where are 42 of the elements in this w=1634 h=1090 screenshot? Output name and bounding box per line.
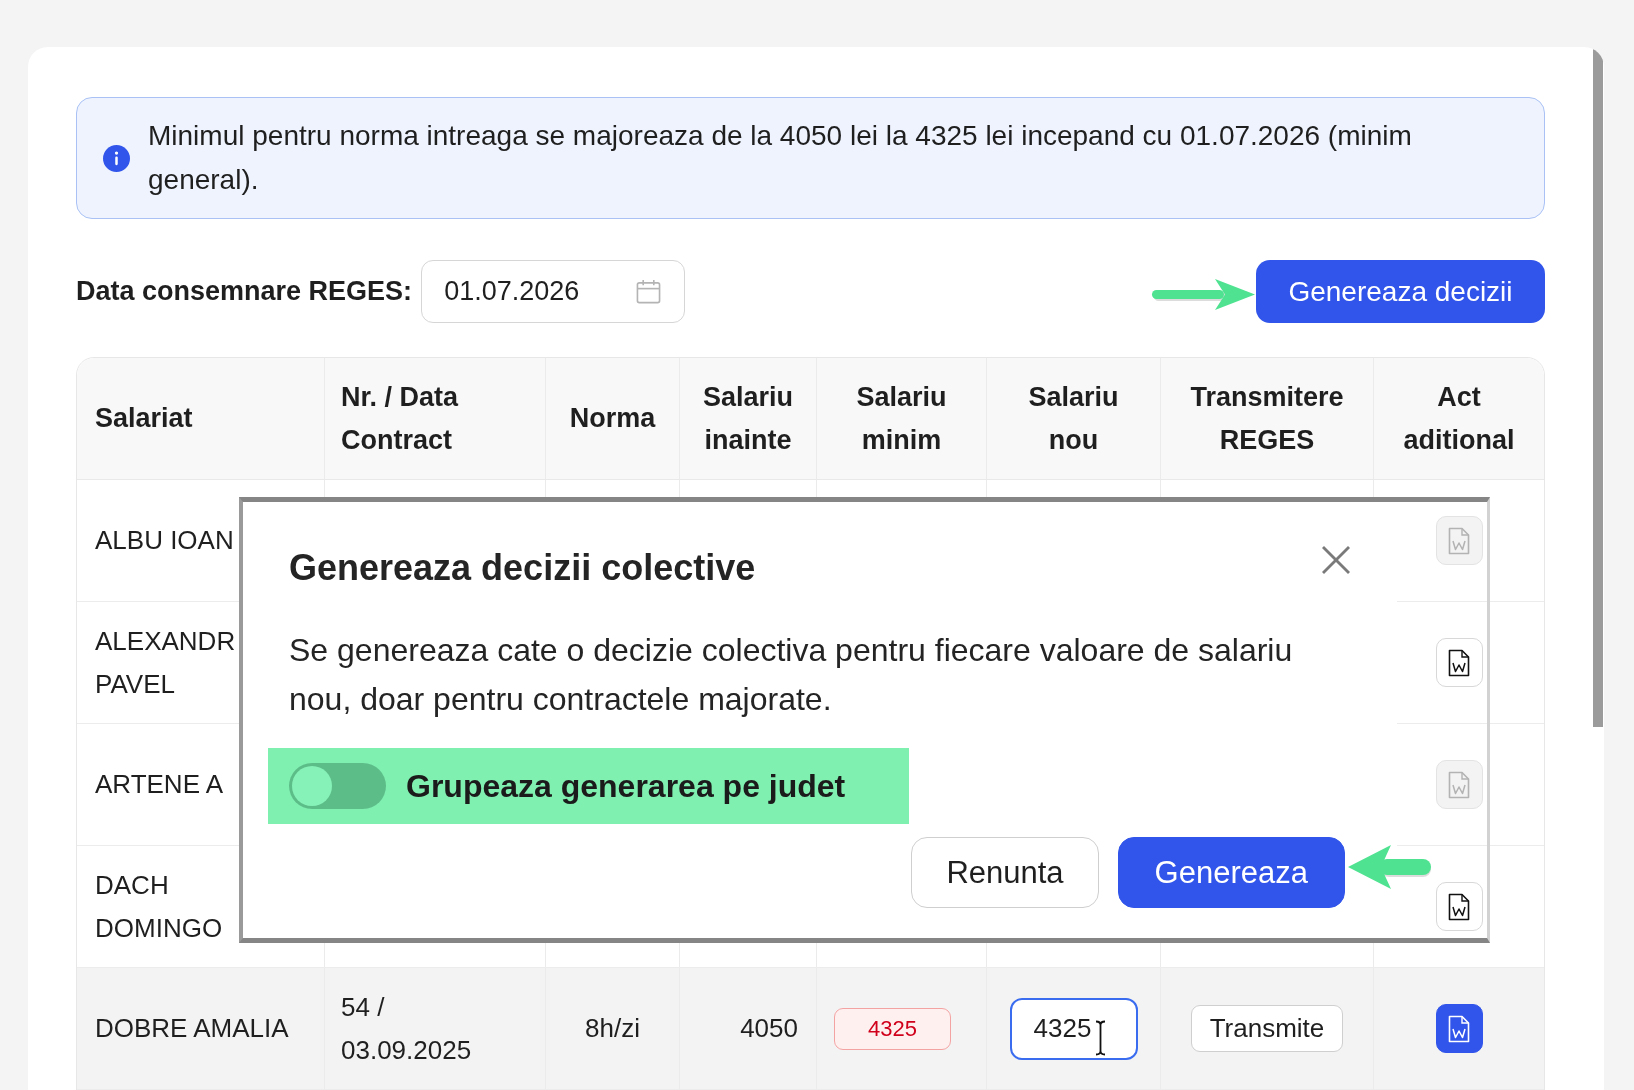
- field-label: Data consemnare REGES:: [76, 276, 413, 307]
- table-cell-text: 4050: [740, 1012, 798, 1045]
- document-icon: [1448, 770, 1470, 799]
- arrow-icon: [1347, 844, 1433, 890]
- toggle-label: Grupeaza generarea pe judet: [406, 767, 846, 805]
- calendar-icon: [636, 279, 662, 304]
- column-header: Salariu inainte: [701, 380, 794, 457]
- document-icon: [1448, 892, 1470, 921]
- table-cell-text: 54 / 03.09.2025: [341, 990, 473, 1067]
- column-header: Salariu nou: [1027, 380, 1120, 457]
- info-message: Minimul pentru norma intreaga se majoreaza de la 4050 lei la 4325 lei incepand cu 01.07.2026 (minim general).: [148, 119, 1413, 197]
- date-field[interactable]: 01.07.2026: [421, 260, 686, 323]
- arrow-icon: [1151, 277, 1256, 312]
- scrollbar[interactable]: [1593, 47, 1603, 727]
- dialog-title: Genereaza decizii colective: [289, 546, 756, 590]
- column-header: Salariat: [95, 402, 193, 435]
- generate-button[interactable]: Genereaza decizii: [1256, 260, 1545, 323]
- column-header: Norma: [569, 402, 656, 435]
- column-header: Salariu minim: [855, 380, 948, 457]
- salary-input[interactable]: 4325: [1009, 997, 1138, 1060]
- column-header: Act aditional: [1402, 380, 1516, 457]
- close-button[interactable]: [1321, 545, 1351, 575]
- employee-name: ALBU IOAN: [95, 524, 234, 557]
- confirm-button[interactable]: Genereaza: [1117, 837, 1345, 908]
- employee-name: DACH DOMINGO: [95, 868, 224, 945]
- toggle-switch[interactable]: [289, 763, 386, 809]
- cancel-button[interactable]: Renunta: [911, 837, 1099, 908]
- employee-name: ALEXANDR PAVEL: [95, 624, 236, 701]
- document-icon: [1448, 648, 1470, 677]
- column-header: Transmitere REGES: [1189, 380, 1345, 457]
- transmit-button[interactable]: Transmite: [1190, 1005, 1344, 1052]
- dialog-message: Se genereaza cate o decizie colectiva pentru fiecare valoare de salariu nou, doar pentru contractele majorate.: [289, 631, 1294, 719]
- document-icon: [1448, 526, 1470, 555]
- text-cursor-icon: [1094, 1019, 1106, 1056]
- minimum-salary-badge: 4325: [834, 1007, 951, 1050]
- column-header: Nr. / Data Contract: [341, 380, 460, 457]
- close-icon: [1321, 545, 1351, 575]
- table-cell-text: 8h/zi: [585, 1012, 640, 1045]
- employee-name: DOBRE AMALIA: [95, 1012, 289, 1045]
- employee-name: ARTENE A: [95, 768, 224, 801]
- document-icon: [1448, 1014, 1470, 1043]
- info-icon: [103, 144, 130, 172]
